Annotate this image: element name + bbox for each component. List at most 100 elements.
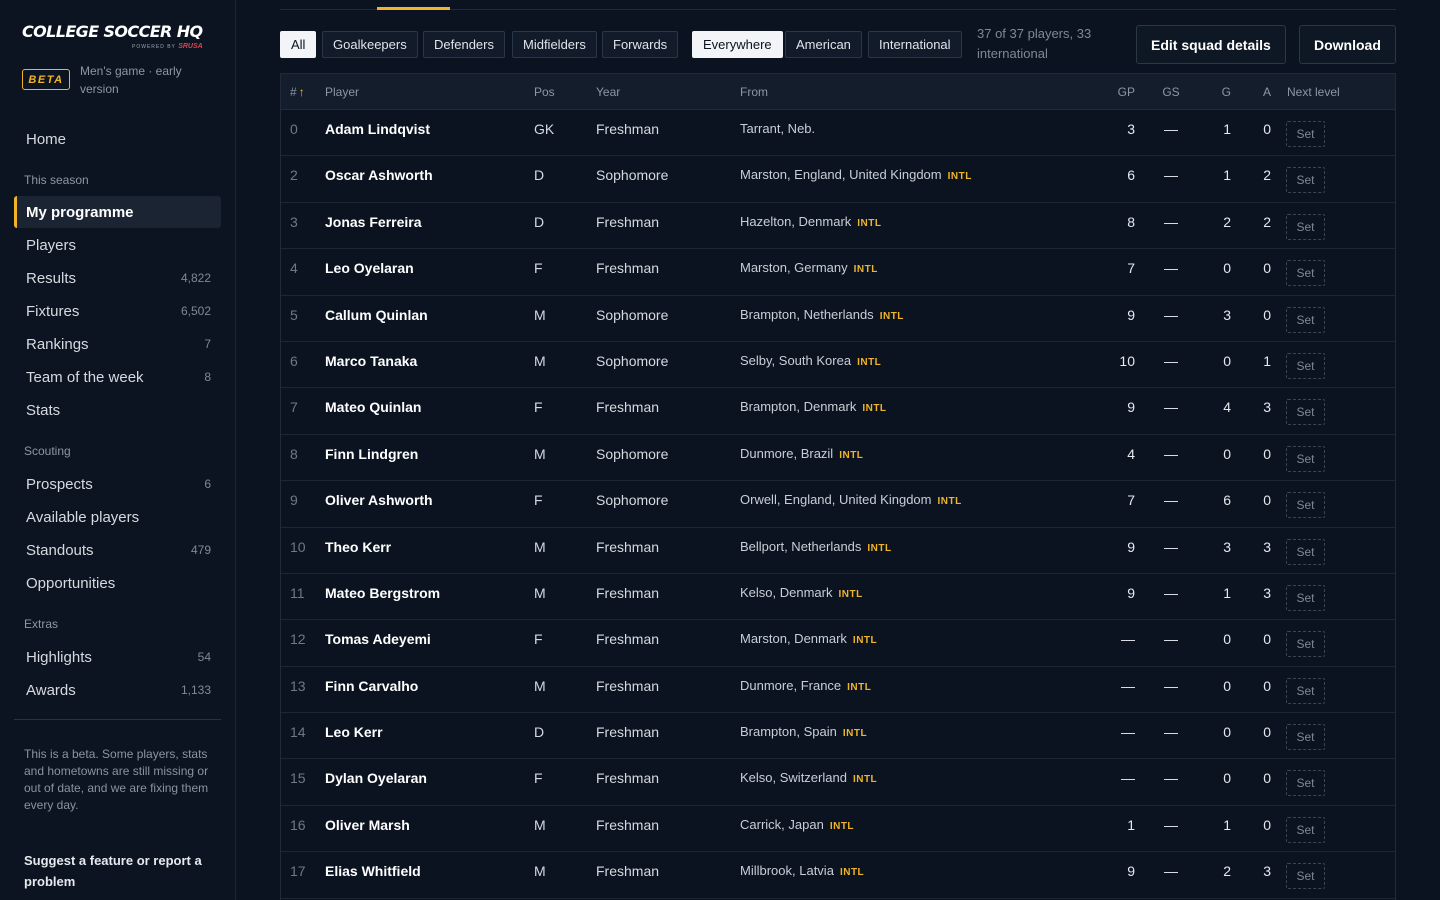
player-year: Freshman: [596, 677, 660, 694]
sidebar-item-my-programme[interactable]: My programme: [14, 196, 221, 228]
filter-chip-midfielders[interactable]: Midfielders: [512, 31, 597, 58]
player-name[interactable]: Oscar Ashworth: [325, 156, 433, 202]
set-next-level-button[interactable]: Set: [1286, 260, 1325, 287]
sidebar-item-opportunities[interactable]: Opportunities: [14, 567, 221, 599]
player-position: F: [534, 399, 543, 416]
filter-chip-goalkeepers[interactable]: Goalkeepers: [322, 31, 418, 58]
player-hometown: Orwell, England, United Kingdom INTL: [740, 481, 962, 527]
set-next-level-button[interactable]: Set: [1286, 121, 1325, 147]
player-hometown: Brampton, Denmark INTL: [740, 388, 887, 434]
player-hometown: Hazelton, Denmark INTL: [740, 203, 882, 249]
set-next-level-button[interactable]: Set: [1286, 770, 1325, 797]
jersey-number: 13: [290, 677, 306, 694]
column-header-from[interactable]: From: [740, 74, 768, 110]
sidebar-item-home[interactable]: Home: [14, 123, 221, 155]
player-name[interactable]: Dylan Oyelaran: [325, 759, 427, 805]
app-logo[interactable]: COLLEGE SOCCER HQ POWERED BY SRUSA: [22, 22, 203, 50]
set-next-level-button[interactable]: Set: [1286, 445, 1325, 472]
games-started: —: [1164, 121, 1178, 137]
games-played: —: [1121, 724, 1135, 741]
goals: 0: [1223, 445, 1231, 462]
set-next-level-button[interactable]: Set: [1286, 213, 1325, 240]
column-header-g[interactable]: G: [1201, 74, 1231, 110]
sidebar-item-available-players[interactable]: Available players: [14, 501, 221, 533]
column-header-player[interactable]: Player: [325, 74, 359, 110]
set-next-level-button[interactable]: Set: [1286, 538, 1325, 565]
jersey-number: 15: [290, 770, 306, 787]
set-next-level-button[interactable]: Set: [1286, 352, 1325, 379]
player-name[interactable]: Callum Quinlan: [325, 296, 428, 342]
player-position: D: [534, 213, 545, 230]
player-name[interactable]: Theo Kerr: [325, 528, 391, 574]
sidebar-item-team-of-the-week[interactable]: Team of the week 8: [14, 361, 221, 393]
sidebar-item-results[interactable]: Results 4,822: [14, 262, 221, 294]
set-next-level-button[interactable]: Set: [1286, 724, 1325, 751]
games-started: —: [1164, 167, 1178, 184]
sidebar-item-fixtures[interactable]: Fixtures 6,502: [14, 295, 221, 327]
sidebar-item-highlights[interactable]: Highlights 54: [14, 641, 221, 673]
table-row: 0 Adam Lindqvist GK Freshman Tarrant, Neb. 3 —…: [281, 110, 1395, 157]
player-name[interactable]: Mateo Bergstrom: [325, 574, 440, 620]
player-name[interactable]: Marco Tanaka: [325, 342, 417, 388]
set-next-level-button[interactable]: Set: [1286, 863, 1325, 890]
filter-chip-all[interactable]: All: [280, 31, 317, 58]
player-name[interactable]: Finn Carvalho: [325, 667, 418, 713]
hometown-text: Marston, Denmark: [740, 631, 847, 647]
set-next-level-button[interactable]: Set: [1286, 816, 1325, 843]
set-next-level-button[interactable]: Set: [1286, 399, 1325, 426]
jersey-number: 4: [290, 260, 298, 277]
player-name[interactable]: Tomas Adeyemi: [325, 620, 431, 666]
player-name[interactable]: Finn Lindgren: [325, 435, 418, 481]
sidebar-item-stats[interactable]: Stats: [14, 394, 221, 426]
column-header-gp[interactable]: GP: [1099, 74, 1135, 110]
filter-chip-american[interactable]: American: [785, 31, 862, 58]
games-played: 9: [1127, 538, 1135, 555]
set-next-level-button[interactable]: Set: [1286, 677, 1325, 704]
sidebar-item-players[interactable]: Players: [14, 229, 221, 261]
player-position: F: [534, 631, 543, 648]
set-next-level-button[interactable]: Set: [1286, 492, 1325, 519]
goals: 1: [1223, 167, 1231, 184]
sidebar-item-standouts[interactable]: Standouts 479: [14, 534, 221, 566]
intl-badge: INTL: [853, 264, 878, 276]
hometown-text: Kelso, Denmark: [740, 584, 833, 600]
player-name[interactable]: Adam Lindqvist: [325, 110, 430, 156]
player-name[interactable]: Oliver Ashworth: [325, 481, 433, 527]
set-next-level-button[interactable]: Set: [1286, 306, 1325, 333]
hometown-text: Millbrook, Latvia: [740, 863, 834, 879]
hometown-text: Hazelton, Denmark: [740, 213, 852, 229]
sidebar-item-prospects[interactable]: Prospects 6: [14, 468, 221, 500]
sidebar-item-count: 6: [204, 477, 211, 491]
column-header-pos[interactable]: Pos: [534, 74, 555, 110]
filter-chip-international[interactable]: International: [868, 31, 962, 58]
player-name[interactable]: Mateo Quinlan: [325, 388, 421, 434]
player-name[interactable]: Elias Whitfield: [325, 852, 421, 898]
edit-squad-button[interactable]: Edit squad details: [1136, 25, 1286, 64]
hometown-text: Selby, South Korea: [740, 352, 852, 368]
column-header-year[interactable]: Year: [596, 74, 620, 110]
feedback-link[interactable]: Suggest a feature or report a problem: [24, 850, 214, 892]
column-header-next-level[interactable]: Next level: [1287, 74, 1340, 110]
player-hometown: Kelso, Denmark INTL: [740, 574, 863, 620]
sidebar-item-rankings[interactable]: Rankings 7: [14, 328, 221, 360]
column-header-gs[interactable]: GS: [1151, 74, 1191, 110]
player-name[interactable]: Leo Kerr: [325, 713, 383, 759]
assists: 3: [1263, 399, 1271, 416]
column-header-number-label: #: [290, 85, 297, 99]
set-next-level-button[interactable]: Set: [1286, 584, 1325, 611]
intl-badge: INTL: [947, 171, 972, 183]
filter-chip-everywhere[interactable]: Everywhere: [692, 31, 783, 58]
column-header-a[interactable]: A: [1241, 74, 1271, 110]
column-header-number[interactable]: # ↑: [290, 74, 305, 110]
set-next-level-button[interactable]: Set: [1286, 167, 1325, 194]
filter-chip-forwards[interactable]: Forwards: [602, 31, 679, 58]
player-name[interactable]: Jonas Ferreira: [325, 203, 422, 249]
player-name[interactable]: Oliver Marsh: [325, 806, 410, 852]
goals: 3: [1223, 306, 1231, 323]
player-name[interactable]: Leo Oyelaran: [325, 249, 414, 295]
filter-chip-defenders[interactable]: Defenders: [423, 31, 505, 58]
hometown-text: Dunmore, France: [740, 677, 842, 693]
set-next-level-button[interactable]: Set: [1286, 631, 1325, 658]
download-button[interactable]: Download: [1299, 25, 1396, 64]
sidebar-item-awards[interactable]: Awards 1,133: [14, 674, 221, 706]
